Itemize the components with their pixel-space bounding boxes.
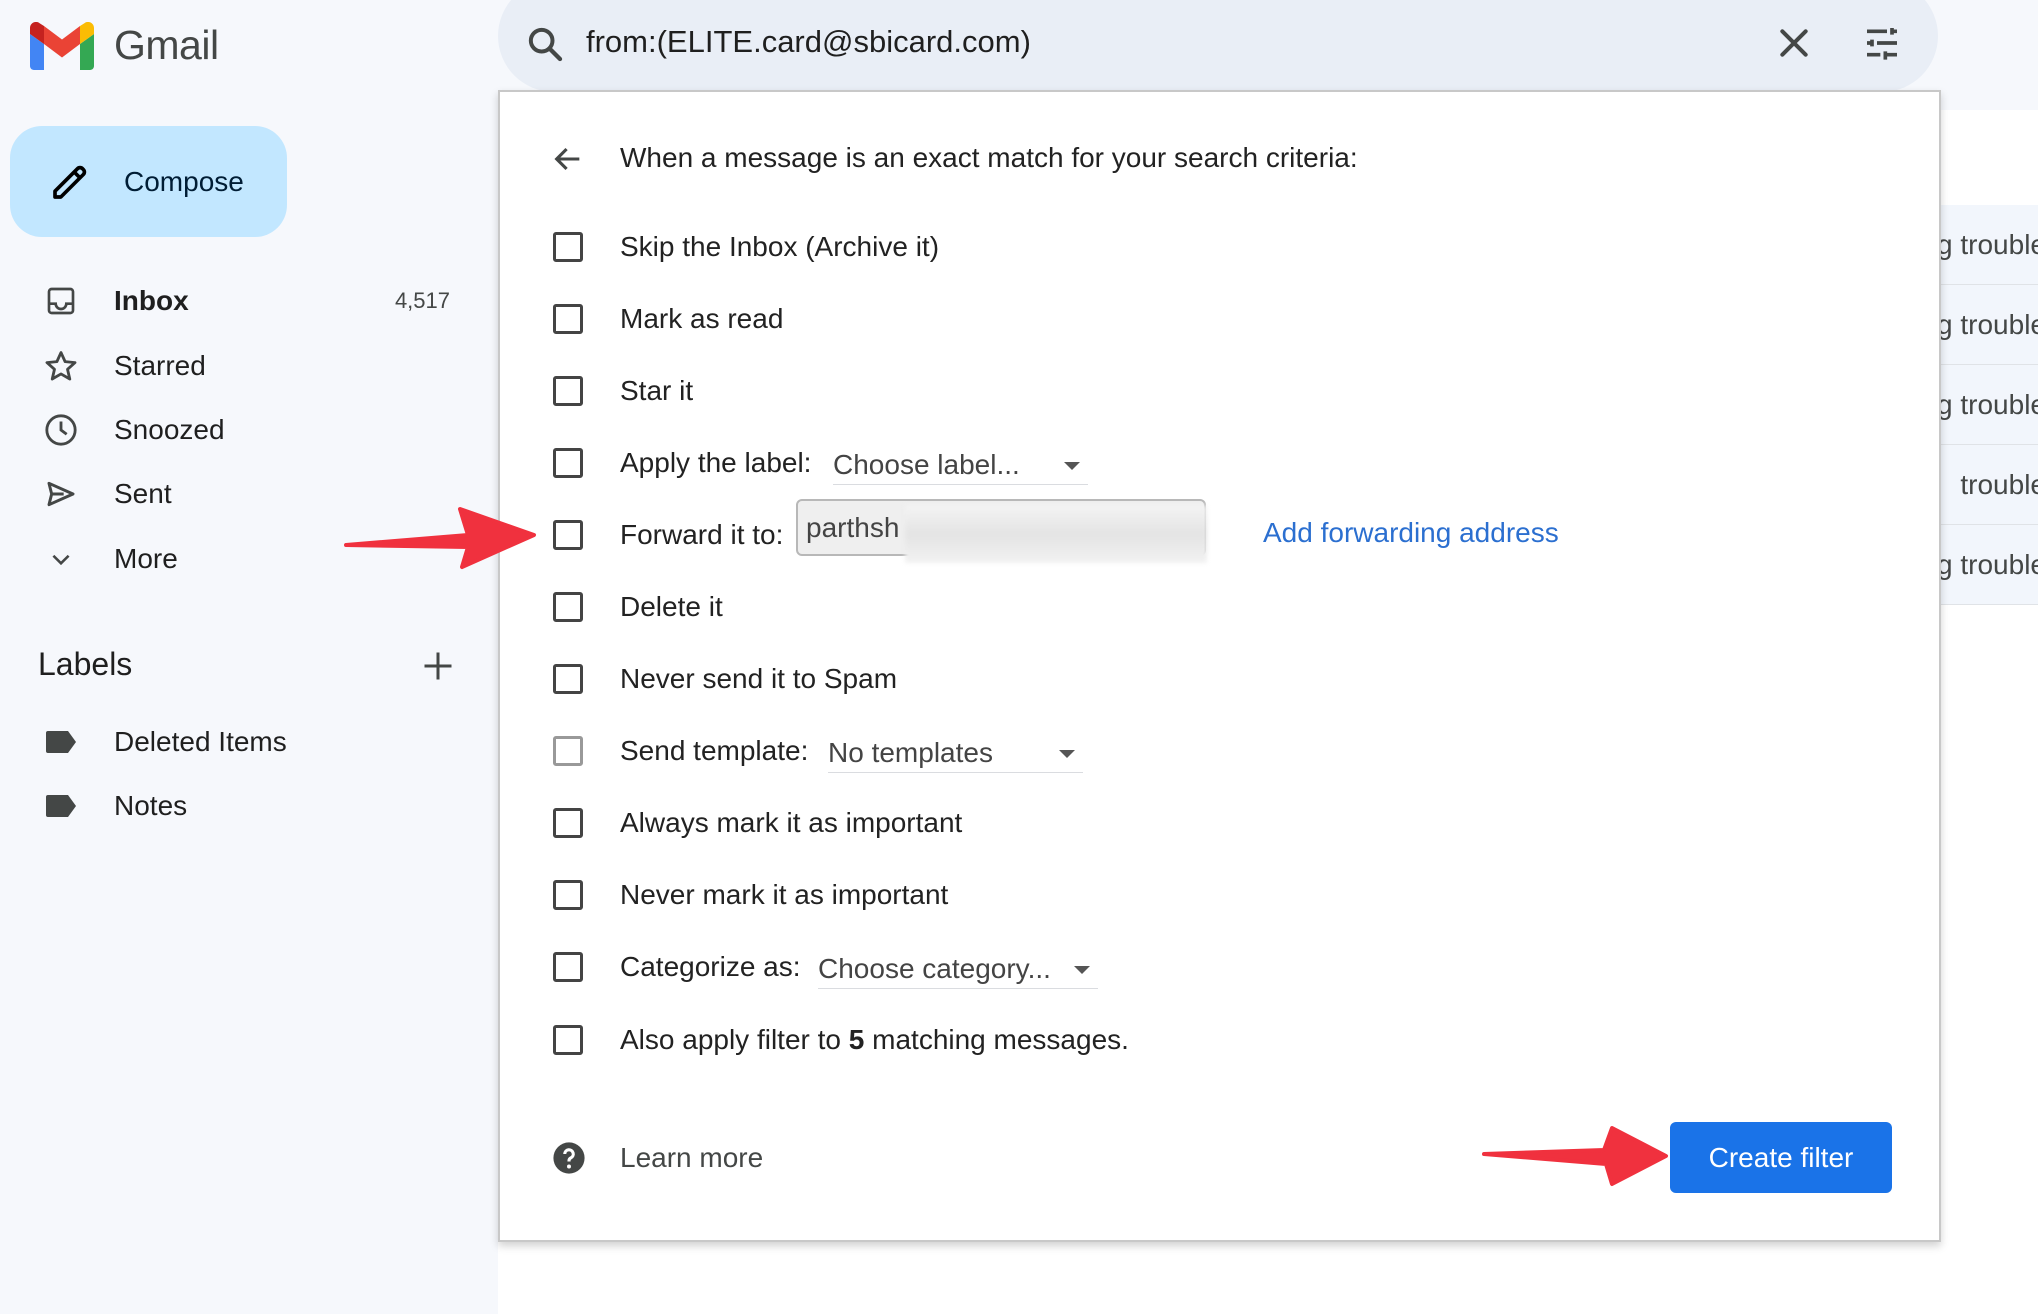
- delete-it-checkbox[interactable]: [553, 592, 583, 622]
- filter-option-mark-as-read: Mark as read: [553, 299, 783, 339]
- pencil-icon: [53, 165, 87, 199]
- option-label: Never send it to Spam: [620, 663, 898, 694]
- sidebar-item-label: Sent: [114, 478, 172, 509]
- never-spam-checkbox[interactable]: [553, 664, 583, 694]
- filter-option-never-spam: Never send it to Spam: [553, 659, 897, 699]
- apply-label-checkbox[interactable]: [553, 448, 583, 478]
- option-label: Apply the label:: [620, 447, 812, 478]
- inbox-unread-count: 4,517: [394, 288, 450, 313]
- dropdown-caret-icon: [1074, 966, 1090, 974]
- filter-option-apply-existing: Also apply filter to 5 matching messages…: [553, 1020, 1129, 1060]
- sidebar-item-starred[interactable]: Starred: [0, 336, 470, 396]
- label-icon: [43, 724, 79, 760]
- option-label: Mark as read: [620, 303, 784, 334]
- compose-button[interactable]: Compose: [10, 126, 287, 237]
- sidebar-item-inbox[interactable]: Inbox 4,517: [0, 271, 470, 331]
- filter-option-never-important: Never mark it as important: [553, 875, 948, 915]
- send-template-checkbox[interactable]: [553, 736, 583, 766]
- clock-icon: [43, 412, 79, 448]
- filter-option-always-important: Always mark it as important: [553, 803, 962, 843]
- list-item[interactable]: g trouble: [1941, 205, 2038, 285]
- option-label-suffix: matching messages.: [864, 1024, 1129, 1055]
- search-options-icon[interactable]: [1862, 23, 1902, 63]
- list-item[interactable]: g trouble: [1941, 365, 2038, 445]
- option-label: Delete it: [620, 591, 723, 622]
- categorize-checkbox[interactable]: [553, 952, 583, 982]
- dropdown-value: No templates: [828, 736, 993, 768]
- dropdown-value: Choose label...: [833, 448, 1020, 480]
- clear-search-icon[interactable]: [1774, 23, 1814, 63]
- option-label: Skip the Inbox (Archive it): [620, 231, 940, 262]
- list-item[interactable]: g trouble: [1941, 285, 2038, 365]
- filter-option-forward: Forward it to: parthsh: [553, 499, 1207, 563]
- list-item-snippet: g trouble: [1941, 309, 2038, 340]
- list-item-snippet: g trouble: [1941, 389, 2038, 420]
- forward-address-value: parthsh: [806, 512, 900, 543]
- star-it-checkbox[interactable]: [553, 376, 583, 406]
- sidebar-item-label: Deleted Items: [114, 726, 287, 757]
- annotation-arrow-icon: [344, 507, 536, 569]
- forward-checkbox[interactable]: [553, 520, 583, 550]
- dropdown-caret-icon: [1059, 750, 1075, 758]
- apply-to-matching-checkbox[interactable]: [553, 1025, 583, 1055]
- send-icon: [43, 476, 79, 512]
- sidebar-item-label: Snoozed: [114, 414, 225, 445]
- sidebar-item-label: Inbox: [114, 285, 189, 316]
- dropdown-caret-icon: [1064, 462, 1080, 470]
- gmail-logo-icon[interactable]: [30, 22, 94, 70]
- dropdown-value: Choose category...: [818, 952, 1051, 984]
- always-important-checkbox[interactable]: [553, 808, 583, 838]
- option-label: Categorize as:: [620, 951, 801, 982]
- inbox-icon: [43, 283, 79, 319]
- filter-option-apply-label: Apply the label: Choose label...: [553, 443, 1088, 485]
- create-filter-button[interactable]: Create filter: [1670, 1122, 1892, 1193]
- list-item[interactable]: g trouble: [1941, 525, 2038, 605]
- search-icon[interactable]: [525, 24, 565, 64]
- help-icon: [553, 1142, 585, 1174]
- filter-option-delete: Delete it: [553, 587, 723, 627]
- star-icon: [43, 348, 79, 384]
- redacted-blur: [905, 505, 1207, 563]
- add-forwarding-address-link[interactable]: Add forwarding address: [1263, 517, 1559, 549]
- back-arrow-icon[interactable]: [551, 142, 585, 176]
- option-label: Also apply filter to 5 matching messages…: [620, 1024, 1129, 1056]
- sidebar-label-deleted-items[interactable]: Deleted Items: [0, 712, 470, 772]
- sidebar-item-label: Notes: [114, 790, 188, 821]
- skip-inbox-checkbox[interactable]: [553, 232, 583, 262]
- sidebar-item-label: More: [114, 543, 178, 574]
- mark-as-read-checkbox[interactable]: [553, 304, 583, 334]
- sidebar-item-snoozed[interactable]: Snoozed: [0, 400, 470, 460]
- chevron-down-icon: [43, 541, 79, 577]
- compose-label: Compose: [124, 165, 244, 197]
- sidebar-label-notes[interactable]: Notes: [0, 776, 470, 836]
- option-label: Send template:: [620, 735, 809, 766]
- option-label-prefix: Also apply filter to: [620, 1024, 849, 1055]
- choose-label-dropdown[interactable]: Choose label...: [833, 445, 1088, 485]
- list-item-snippet: trouble: [1960, 469, 2038, 500]
- filter-option-categorize: Categorize as: Choose category...: [553, 947, 1098, 989]
- list-item-snippet: g trouble: [1941, 229, 2038, 260]
- send-template-dropdown[interactable]: No templates: [828, 733, 1083, 773]
- choose-category-dropdown[interactable]: Choose category...: [818, 949, 1098, 989]
- search-input[interactable]: from:(ELITE.card@sbicard.com): [586, 24, 1031, 60]
- create-label-plus-icon[interactable]: [420, 648, 456, 684]
- option-label: Never mark it as important: [620, 879, 949, 910]
- annotation-arrow-icon: [1482, 1126, 1668, 1186]
- option-label: Forward it to:: [620, 519, 784, 550]
- learn-more-link[interactable]: Learn more: [620, 1142, 763, 1174]
- filter-option-send-template: Send template: No templates: [553, 731, 1083, 773]
- app-name: Gmail: [114, 22, 219, 68]
- labels-heading: Labels: [38, 646, 133, 682]
- sidebar-item-label: Starred: [114, 350, 206, 381]
- list-item-snippet: g trouble: [1941, 549, 2038, 580]
- list-item[interactable]: trouble: [1941, 445, 2038, 525]
- never-important-checkbox[interactable]: [553, 880, 583, 910]
- matching-count: 5: [848, 1024, 865, 1055]
- filter-option-star-it: Star it: [553, 371, 693, 411]
- label-icon: [43, 788, 79, 824]
- option-label: Star it: [620, 375, 694, 406]
- option-label: Always mark it as important: [620, 807, 963, 838]
- filter-option-skip-inbox: Skip the Inbox (Archive it): [553, 227, 939, 267]
- filter-panel-heading: When a message is an exact match for you…: [620, 142, 1358, 173]
